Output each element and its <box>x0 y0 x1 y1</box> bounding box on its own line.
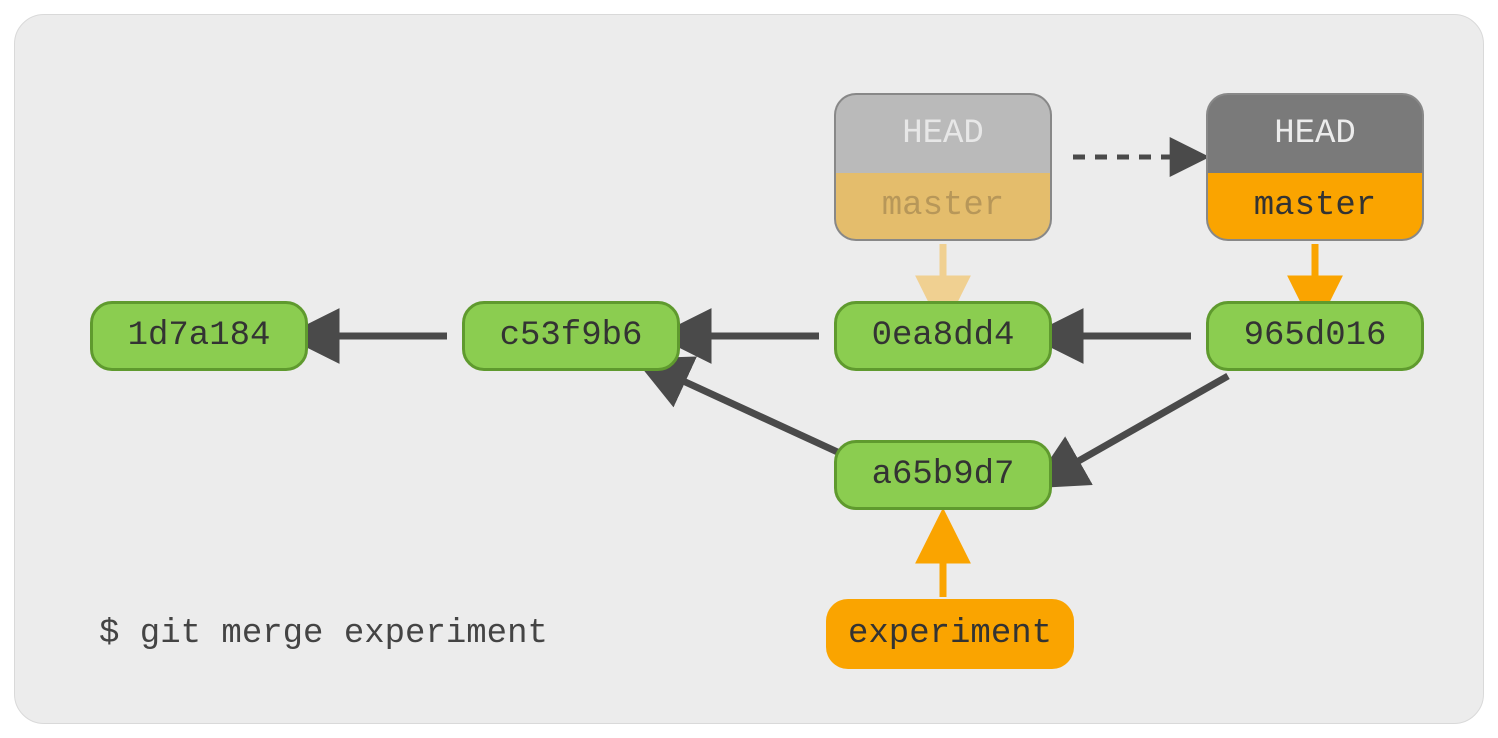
head-old-text: HEAD <box>902 115 984 153</box>
commit-node: c53f9b6 <box>462 301 680 371</box>
master-new-text: master <box>1254 187 1376 225</box>
edge-c5-c2 <box>681 380 844 455</box>
head-new-text: HEAD <box>1274 115 1356 153</box>
commit-hash: 1d7a184 <box>128 317 271 355</box>
head-label-new: HEAD <box>1206 93 1424 173</box>
commit-hash: c53f9b6 <box>500 317 643 355</box>
commit-node: 1d7a184 <box>90 301 308 371</box>
commit-hash: 0ea8dd4 <box>872 317 1015 355</box>
diagram-canvas: HEAD master HEAD master 1d7a184 c53f9b6 … <box>14 14 1484 724</box>
branch-experiment-text: experiment <box>848 615 1052 653</box>
commit-node: 0ea8dd4 <box>834 301 1052 371</box>
master-old-text: master <box>882 187 1004 225</box>
commit-node: 965d016 <box>1206 301 1424 371</box>
master-label-new: master <box>1206 173 1424 241</box>
master-label-old: master <box>834 173 1052 241</box>
head-label-old: HEAD <box>834 93 1052 173</box>
branch-experiment: experiment <box>826 599 1074 669</box>
commit-hash: a65b9d7 <box>872 456 1015 494</box>
command-text: $ git merge experiment <box>99 615 548 653</box>
edge-c4-c5 <box>1075 376 1228 463</box>
commit-node: a65b9d7 <box>834 440 1052 510</box>
commit-hash: 965d016 <box>1244 317 1387 355</box>
